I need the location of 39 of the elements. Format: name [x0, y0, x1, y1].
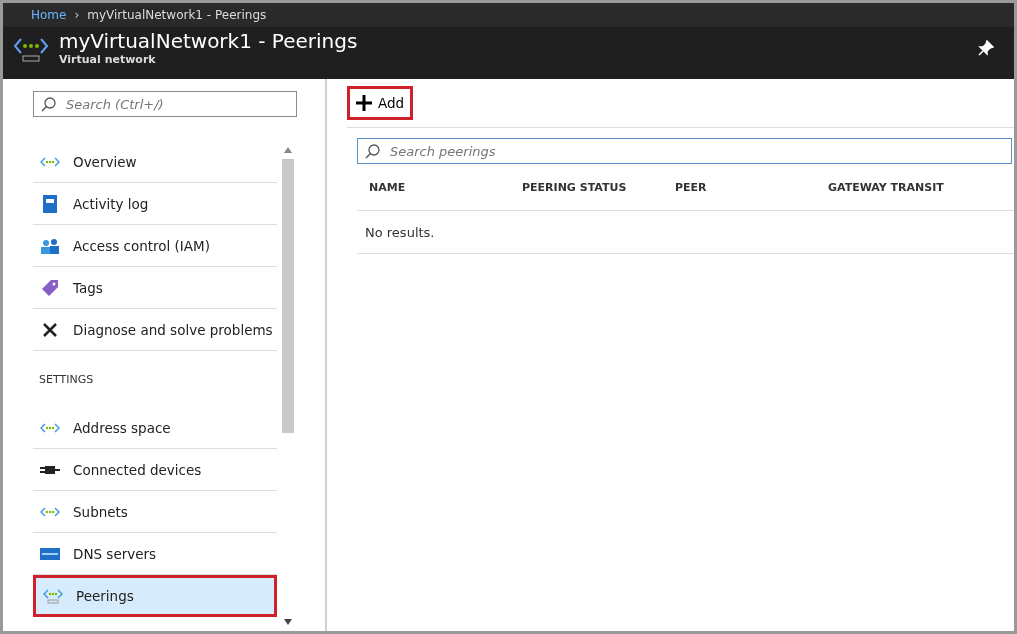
sidebar-item[interactable]: Overview: [33, 141, 277, 182]
page-subtitle: Virtual network: [59, 53, 157, 66]
network-icon: [40, 421, 60, 434]
users-icon: [40, 237, 60, 254]
column-header: PEER: [675, 180, 708, 194]
search-icon: [41, 96, 57, 112]
sidebar-item[interactable]: Subnets: [33, 491, 277, 532]
network-icon: [40, 155, 60, 168]
log-icon: [43, 194, 57, 213]
search-icon: [365, 143, 381, 159]
search-field[interactable]: Search (Ctrl+/): [33, 91, 297, 117]
search-field[interactable]: Search peerings: [357, 138, 1012, 164]
pin-icon[interactable]: [978, 39, 994, 56]
plus-icon: [356, 95, 372, 111]
tag-icon: [41, 278, 59, 297]
sidebar-item[interactable]: Tags: [33, 267, 277, 308]
server-icon: [40, 547, 60, 560]
sidebar-item[interactable]: Peerings: [36, 578, 274, 614]
plug-icon: [40, 464, 60, 475]
sidebar-item[interactable]: Diagnose and solve problems: [33, 309, 279, 350]
column-header: GATEWAY TRANSIT: [828, 180, 945, 194]
sidebar-item[interactable]: DNS servers: [33, 533, 277, 574]
breadcrumb-link[interactable]: Home: [31, 8, 67, 22]
sidebar-item[interactable]: Address space: [33, 407, 277, 448]
breadcrumb-separator: ›: [74, 8, 80, 22]
breadcrumb-item: myVirtualNetwork1 - Peerings: [87, 8, 267, 22]
scroll-down-icon[interactable]: [284, 619, 292, 625]
empty-message: No results.: [365, 224, 435, 240]
peering-icon: [43, 588, 63, 604]
tools-icon: [42, 321, 58, 338]
sidebar-item[interactable]: Activity log: [33, 183, 277, 224]
section-heading: SETTINGS: [38, 371, 95, 388]
column-header: NAME: [369, 180, 407, 194]
sidebar-item[interactable]: Connected devices: [33, 449, 277, 490]
page-title: myVirtualNetwork1 - Peerings: [59, 29, 359, 53]
network-icon: [40, 505, 60, 518]
column-header: PEERING STATUS: [522, 180, 628, 194]
sidebar-item[interactable]: Access control (IAM): [33, 225, 277, 266]
scroll-up-icon[interactable]: [284, 147, 292, 153]
